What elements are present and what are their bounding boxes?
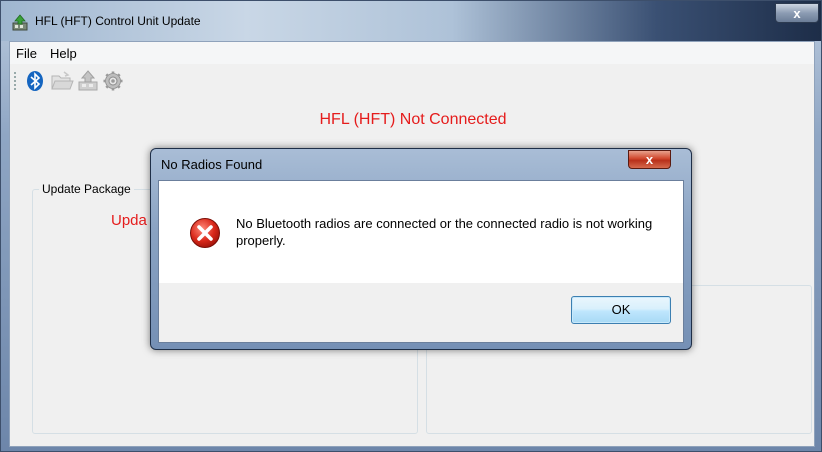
app-icon [11,14,29,32]
dialog-close-button[interactable]: x [628,150,671,169]
menu-bar: File Help [10,42,814,64]
window-title: HFL (HFT) Control Unit Update [35,14,201,28]
menu-help[interactable]: Help [50,46,77,61]
ok-button[interactable]: OK [571,296,671,324]
toolbar [10,66,814,94]
dialog-content: No Bluetooth radios are connected or the… [159,181,683,283]
dialog-body: No Bluetooth radios are connected or the… [158,180,684,343]
update-package-status: Upda [111,212,147,229]
menu-file[interactable]: File [16,46,37,61]
dialog-title: No Radios Found [161,157,263,172]
toolbar-grip [14,72,16,90]
bluetooth-icon[interactable] [24,70,46,92]
title-bar[interactable]: HFL (HFT) Control Unit Update x [1,1,821,41]
update-package-legend: Update Package [39,182,134,196]
dialog-message: No Bluetooth radios are connected or the… [236,216,653,248]
error-icon [189,217,221,249]
gear-icon[interactable] [102,70,124,92]
window-close-button[interactable]: x [775,3,819,23]
folder-open-icon[interactable] [50,70,74,92]
connection-status: HFL (HFT) Not Connected [319,111,507,128]
no-radios-dialog: No Radios Found x No Bluetooth radios ar… [150,148,692,350]
upload-icon[interactable] [76,70,98,92]
